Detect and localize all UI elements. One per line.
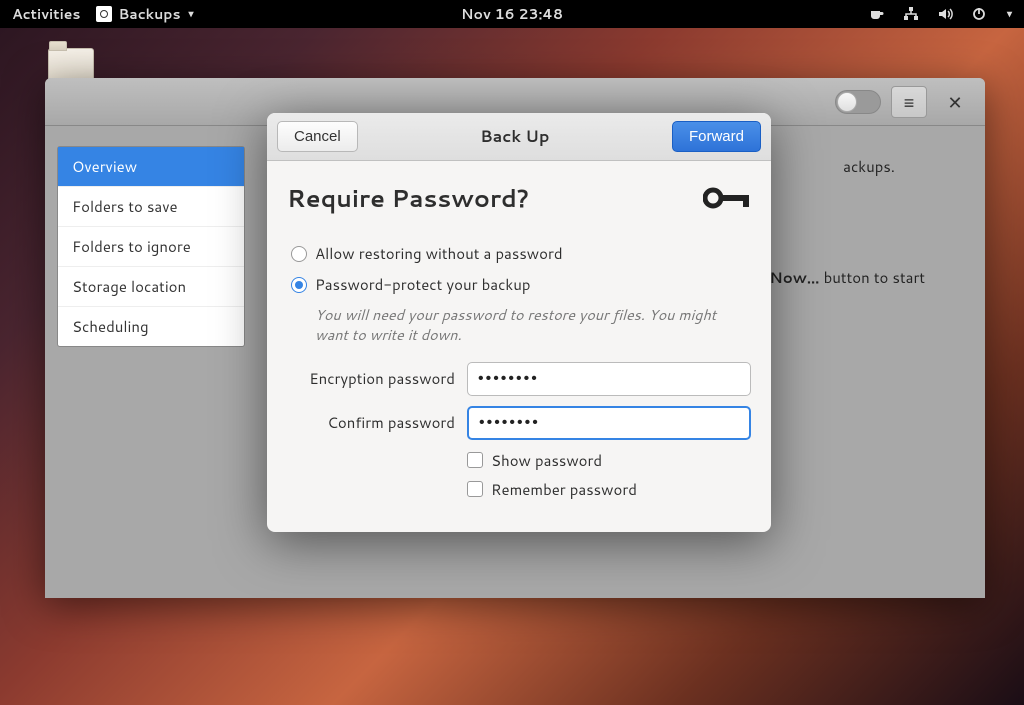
checkbox-label: Show password [491,450,602,471]
auto-backup-toggle[interactable] [835,90,881,114]
chevron-down-icon: ▾ [189,7,194,21]
dialog-title: Back Up [480,125,549,148]
checkbox-icon [467,481,483,497]
toggle-knob [837,92,857,112]
sidebar-item-folders-ignore[interactable]: Folders to ignore [58,227,244,267]
dialog-body: Require Password? Allow restoring withou… [267,161,771,532]
sidebar-item-label: Overview [72,156,137,177]
sidebar-list: Overview Folders to save Folders to igno… [57,146,245,347]
cancel-button[interactable]: Cancel [277,121,358,152]
sidebar-item-overview[interactable]: Overview [58,147,244,187]
dialog-heading: Require Password? [287,181,529,215]
confirm-password-label: Confirm password [287,412,455,433]
sidebar: Overview Folders to save Folders to igno… [45,126,245,598]
key-icon [703,186,751,210]
sidebar-item-storage[interactable]: Storage location [58,267,244,307]
encryption-password-input[interactable] [467,362,751,396]
sidebar-item-scheduling[interactable]: Scheduling [58,307,244,346]
radio-checked-icon [291,277,307,293]
network-icon[interactable] [903,6,919,22]
app-menu[interactable]: Backups ▾ [96,4,193,24]
radio-password-protect[interactable]: Password-protect your backup [287,274,751,295]
sidebar-item-label: Scheduling [72,316,149,337]
radio-label: Password-protect your backup [315,274,531,295]
caffeine-icon[interactable] [869,6,885,22]
checkbox-icon [467,452,483,468]
sidebar-item-label: Folders to ignore [72,236,191,257]
sidebar-item-folders-save[interactable]: Folders to save [58,187,244,227]
close-icon: ✕ [947,89,962,115]
system-menu-chevron-icon[interactable]: ▾ [1007,7,1012,21]
volume-icon[interactable] [937,6,953,22]
forward-button[interactable]: Forward [672,121,761,152]
hamburger-menu-button[interactable]: ≡ [891,86,927,118]
encryption-password-label: Encryption password [287,368,455,389]
radio-label: Allow restoring without a password [315,243,563,264]
backup-now-label: Now… [769,267,819,288]
radio-unchecked-icon [291,246,307,262]
checkbox-label: Remember password [491,479,637,500]
remember-password-checkbox[interactable]: Remember password [467,479,751,500]
sidebar-item-label: Folders to save [72,196,178,217]
clock[interactable]: Nov 16 23:48 [461,4,563,24]
window-close-button[interactable]: ✕ [937,86,973,118]
backups-app-icon [96,6,112,22]
password-hint: You will need your password to restore y… [315,305,751,346]
sidebar-item-label: Storage location [72,276,186,297]
content-text-rest: button to start [820,267,925,288]
dialog-headerbar: Cancel Back Up Forward [267,113,771,161]
hamburger-icon: ≡ [904,89,915,115]
power-icon[interactable] [971,6,987,22]
activities-button[interactable]: Activities [12,4,80,24]
app-name-label: Backups [118,4,180,24]
top-panel: Activities Backups ▾ Nov 16 23:48 ▾ [0,0,1024,28]
confirm-password-input[interactable] [467,406,751,440]
radio-allow-restore[interactable]: Allow restoring without a password [287,243,751,264]
show-password-checkbox[interactable]: Show password [467,450,751,471]
password-dialog: Cancel Back Up Forward Require Password?… [267,113,771,532]
